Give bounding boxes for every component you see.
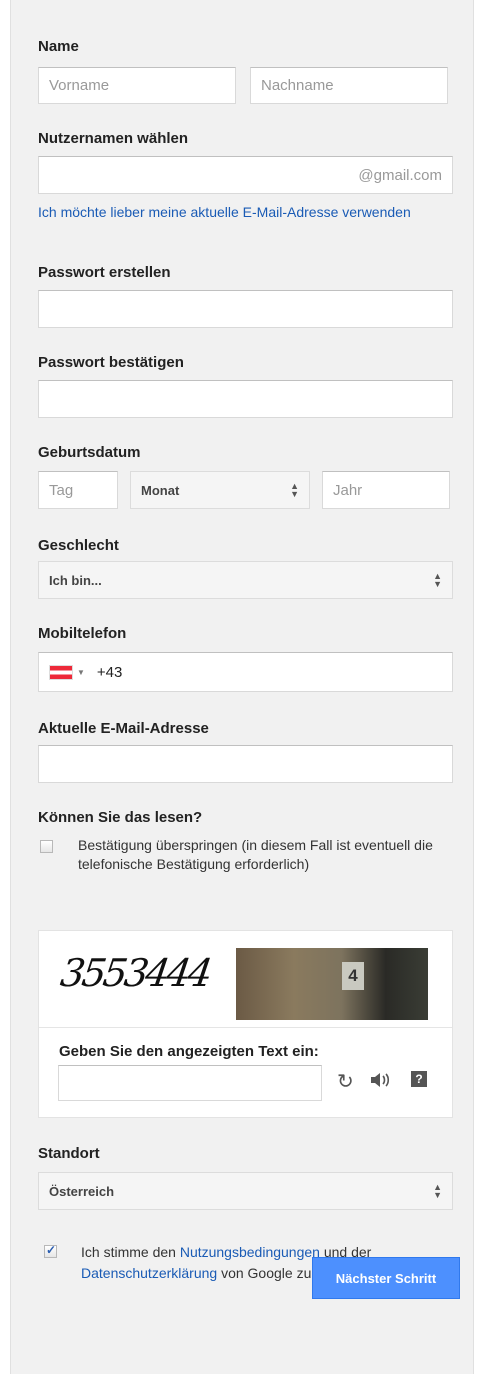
location-select[interactable]: Österreich ▲ ▼ — [38, 1172, 453, 1210]
captcha-text-image: 3553444 — [57, 951, 213, 995]
captcha-box: 3553444 4 Geben Sie den angezeigten Text… — [38, 930, 453, 1118]
terms-text-after: von Google zu. — [221, 1265, 316, 1281]
location-label: Standort — [38, 1145, 100, 1162]
birth-month-select[interactable]: Monat ▲ ▼ — [130, 471, 310, 509]
birth-day-placeholder: Tag — [49, 481, 74, 499]
confirm-password-label: Passwort bestätigen — [38, 354, 184, 371]
username-input[interactable]: @gmail.com — [38, 156, 453, 194]
captcha-photo: 4 — [236, 948, 428, 1020]
gmail-suffix: @gmail.com — [358, 166, 442, 184]
gender-label: Geschlecht — [38, 537, 119, 554]
next-step-button[interactable]: Nächster Schritt — [312, 1257, 460, 1299]
checkmark-icon: ✓ — [46, 1243, 57, 1257]
select-arrows-icon: ▲ ▼ — [433, 1182, 442, 1200]
location-value: Österreich — [49, 1183, 115, 1199]
confirm-password-input[interactable] — [38, 380, 453, 418]
captcha-prompt: Geben Sie den angezeigten Text ein: — [59, 1043, 319, 1060]
refresh-icon[interactable]: ↻ — [337, 1069, 354, 1094]
terms-of-service-link[interactable]: Nutzungsbedingungen — [180, 1244, 320, 1260]
username-label: Nutzernamen wählen — [38, 130, 189, 147]
mobile-input[interactable]: ▼ +43 — [38, 652, 453, 692]
audio-icon[interactable] — [369, 1070, 391, 1090]
birth-day-input[interactable]: Tag — [38, 471, 118, 509]
captcha-input[interactable] — [58, 1065, 322, 1101]
skip-verification-text: Bestätigung überspringen (in diesem Fall… — [78, 837, 433, 872]
privacy-policy-link[interactable]: Datenschutzerklärung — [81, 1265, 217, 1281]
current-email-label: Aktuelle E-Mail-Adresse — [38, 720, 209, 737]
birth-month-value: Monat — [141, 482, 180, 498]
select-arrows-icon: ▲ ▼ — [433, 571, 442, 589]
name-label: Name — [38, 38, 79, 55]
last-name-input[interactable]: Nachname — [250, 67, 448, 104]
austria-flag-icon[interactable] — [49, 664, 73, 680]
skip-verification-checkbox[interactable] — [40, 840, 53, 853]
first-name-input[interactable]: Vorname — [38, 67, 236, 104]
first-name-placeholder: Vorname — [49, 77, 110, 94]
birthdate-label: Geburtsdatum — [38, 444, 141, 461]
country-dropdown-icon[interactable]: ▼ — [77, 668, 85, 677]
last-name-placeholder: Nachname — [261, 77, 334, 94]
captcha-divider — [39, 1027, 452, 1028]
captcha-question: Können Sie das lesen? — [38, 809, 203, 826]
create-password-input[interactable] — [38, 290, 453, 328]
captcha-house-number: 4 — [342, 962, 364, 990]
help-icon[interactable]: ? — [411, 1071, 427, 1087]
create-password-label: Passwort erstellen — [38, 264, 171, 281]
gender-select[interactable]: Ich bin... ▲ ▼ — [38, 561, 453, 599]
use-existing-email-link[interactable]: Ich möchte lieber meine aktuelle E-Mail-… — [38, 204, 438, 220]
gender-value: Ich bin... — [49, 572, 102, 588]
select-arrows-icon: ▲ ▼ — [290, 481, 299, 499]
mobile-label: Mobiltelefon — [38, 625, 127, 642]
terms-text-before: Ich stimme den — [81, 1244, 176, 1260]
birth-year-input[interactable]: Jahr — [322, 471, 450, 509]
terms-checkbox[interactable]: ✓ — [44, 1243, 57, 1258]
birth-year-placeholder: Jahr — [333, 481, 363, 499]
mobile-value: +43 — [96, 663, 123, 681]
current-email-input[interactable] — [38, 745, 453, 783]
